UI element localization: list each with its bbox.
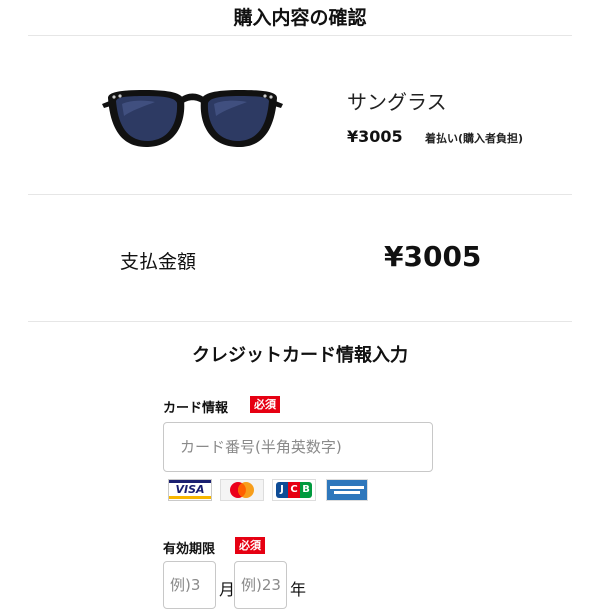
card-info-label: カード情報 [163, 401, 229, 416]
expiry-year-input[interactable] [234, 561, 287, 609]
shipping-note: 着払い(購入者負担) [425, 132, 524, 145]
expiry-label: 有効期限 [163, 542, 216, 557]
page-title: 購入内容の確認 [233, 7, 367, 29]
visa-logo: VISA [168, 479, 212, 501]
jcb-logo-c: C [288, 482, 300, 498]
month-unit: 月 [219, 580, 236, 599]
jcb-logo: J C B [272, 479, 316, 501]
payment-amount-label: 支払金額 [120, 251, 197, 273]
year-unit: 年 [290, 580, 307, 599]
jcb-logo-b: B [300, 482, 312, 498]
divider [28, 194, 572, 195]
card-section-title: クレジットカード情報入力 [192, 345, 408, 366]
required-badge: 必須 [250, 396, 280, 413]
mastercard-circles-icon [230, 482, 254, 498]
card-number-input[interactable] [163, 422, 433, 472]
divider [28, 321, 572, 322]
divider [28, 35, 572, 36]
expiry-month-input[interactable] [163, 561, 216, 609]
mastercard-logo [220, 479, 264, 501]
american-express-logo [326, 479, 368, 501]
required-badge: 必須 [235, 537, 265, 554]
visa-logo-text: VISA [175, 483, 205, 496]
sunglasses-icon [102, 90, 283, 148]
jcb-logo-j: J [276, 482, 288, 498]
payment-amount: ¥3005 [384, 240, 482, 273]
product-name: サングラス [347, 90, 447, 114]
product-price: ¥3005 [347, 127, 403, 146]
